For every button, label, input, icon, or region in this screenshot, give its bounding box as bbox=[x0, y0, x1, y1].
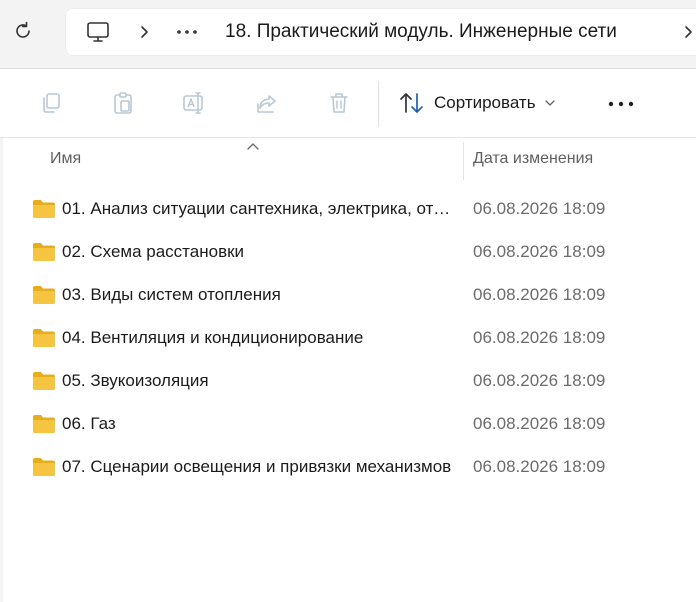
chevron-up-icon bbox=[247, 143, 259, 150]
more-options-button[interactable] bbox=[602, 89, 640, 119]
file-date: 06.08.2026 18:09 bbox=[473, 371, 606, 390]
file-name: 03. Виды систем отопления bbox=[62, 285, 281, 304]
file-name: 01. Анализ ситуации сантехника, электрик… bbox=[62, 199, 454, 218]
file-date: 06.08.2026 18:09 bbox=[473, 199, 606, 218]
list-item[interactable]: 04. Вентиляция и кондиционирование 06.08… bbox=[0, 317, 696, 360]
breadcrumb-separator-end[interactable] bbox=[678, 9, 696, 55]
chevron-down-icon bbox=[544, 100, 555, 106]
list-item[interactable]: 02. Схема расстановки 06.08.2026 18:09 bbox=[0, 231, 696, 274]
address-box[interactable]: 18. Практический модуль. Инженерные сети bbox=[66, 9, 696, 55]
file-name: 04. Вентиляция и кондиционирование bbox=[62, 328, 364, 347]
folder-icon bbox=[33, 329, 55, 347]
rename-button[interactable] bbox=[180, 88, 210, 118]
file-date: 06.08.2026 18:09 bbox=[473, 414, 606, 433]
sort-label: Сортировать bbox=[434, 93, 536, 112]
file-explorer-window: 18. Практический модуль. Инженерные сети bbox=[0, 0, 696, 602]
delete-button[interactable] bbox=[324, 88, 354, 118]
file-date: 06.08.2026 18:09 bbox=[473, 242, 606, 261]
sort-direction-indicator bbox=[246, 138, 260, 150]
column-divider[interactable] bbox=[463, 142, 464, 180]
more-icon bbox=[608, 101, 634, 107]
column-header-date-modified[interactable]: Дата изменения bbox=[473, 150, 593, 168]
sort-button[interactable]: Сортировать bbox=[398, 86, 556, 120]
column-header-name[interactable]: Имя bbox=[50, 150, 81, 168]
list-item[interactable]: 06. Газ 06.08.2026 18:09 bbox=[0, 403, 696, 446]
copy-button[interactable] bbox=[36, 88, 66, 118]
file-name: 07. Сценарии освещения и привязки механи… bbox=[62, 457, 452, 476]
breadcrumb-separator[interactable] bbox=[134, 9, 154, 55]
paste-icon bbox=[114, 92, 132, 114]
refresh-icon bbox=[16, 21, 30, 38]
sort-icon bbox=[400, 93, 423, 113]
list-item[interactable]: 05. Звукоизоляция 06.08.2026 18:09 bbox=[0, 360, 696, 403]
delete-icon bbox=[330, 93, 348, 113]
list-item[interactable]: 01. Анализ ситуации сантехника, электрик… bbox=[0, 188, 696, 231]
file-date: 06.08.2026 18:09 bbox=[473, 285, 606, 304]
column-headers: Имя Дата изменения bbox=[0, 138, 696, 182]
share-icon bbox=[257, 95, 276, 113]
breadcrumb-overflow[interactable] bbox=[172, 9, 202, 55]
rename-icon bbox=[183, 92, 203, 114]
copy-icon bbox=[43, 93, 60, 113]
toolbar-separator bbox=[378, 81, 379, 127]
file-list: 01. Анализ ситуации сантехника, электрик… bbox=[0, 188, 696, 489]
refresh-button[interactable] bbox=[8, 16, 38, 46]
folder-icon bbox=[33, 372, 55, 390]
address-bar-row: 18. Практический модуль. Инженерные сети bbox=[0, 0, 696, 69]
ellipsis-icon bbox=[177, 30, 197, 34]
share-button[interactable] bbox=[252, 88, 282, 118]
file-name: 02. Схема расстановки bbox=[62, 242, 245, 261]
file-name: 06. Газ bbox=[62, 414, 116, 433]
breadcrumb-current-folder[interactable]: 18. Практический модуль. Инженерные сети bbox=[225, 9, 617, 55]
chevron-right-icon bbox=[685, 26, 692, 38]
file-date: 06.08.2026 18:09 bbox=[473, 328, 606, 347]
folder-icon bbox=[33, 458, 55, 476]
list-item[interactable]: 03. Виды систем отопления 06.08.2026 18:… bbox=[0, 274, 696, 317]
folder-icon bbox=[33, 200, 55, 218]
folder-icon bbox=[33, 243, 55, 261]
list-item[interactable]: 07. Сценарии освещения и привязки механи… bbox=[0, 446, 696, 489]
breadcrumb-this-pc[interactable] bbox=[84, 9, 112, 55]
file-name: 05. Звукоизоляция bbox=[62, 371, 209, 390]
file-date: 06.08.2026 18:09 bbox=[473, 457, 606, 476]
computer-icon bbox=[87, 22, 109, 42]
folder-icon bbox=[33, 415, 55, 433]
paste-button[interactable] bbox=[108, 88, 138, 118]
chevron-right-icon bbox=[141, 26, 148, 38]
folder-icon bbox=[33, 286, 55, 304]
command-bar: Сортировать bbox=[0, 69, 696, 138]
